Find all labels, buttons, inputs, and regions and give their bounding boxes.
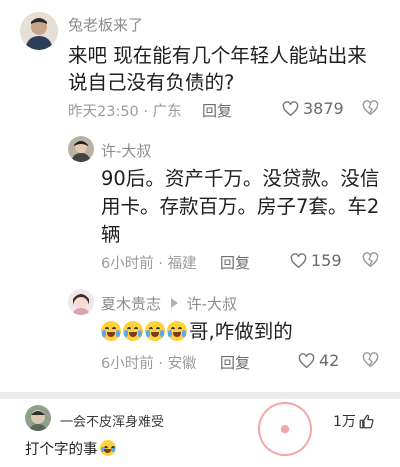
reply-button[interactable]: 回复 (220, 252, 250, 273)
crying-laughing-emoji (99, 440, 116, 456)
broken-heart-icon[interactable] (362, 352, 379, 372)
comment-username[interactable]: 许-大叔 (101, 140, 151, 161)
comment-time: 6小时前 (101, 256, 154, 272)
section-divider (0, 392, 400, 399)
comment-text: 打个字的事 (25, 442, 98, 458)
broken-heart-icon[interactable] (362, 252, 379, 272)
meta-separator: · (158, 356, 163, 372)
comment-location: 福建 (167, 256, 197, 272)
like-button[interactable]: 3879 (282, 99, 344, 118)
heart-outline-icon (298, 352, 315, 368)
heart-outline-icon (282, 100, 299, 116)
avatar[interactable] (20, 12, 58, 50)
avatar[interactable] (68, 289, 94, 315)
like-count: 159 (311, 251, 342, 270)
meta-separator: · (143, 104, 149, 120)
reply-button[interactable]: 回复 (202, 100, 232, 121)
comment-location: 安徽 (167, 356, 197, 372)
avatar[interactable] (68, 136, 94, 162)
reply-button[interactable]: 回复 (220, 352, 250, 373)
watermark-stamp: ● (251, 395, 319, 463)
heart-outline-icon (290, 252, 307, 268)
broken-heart-icon[interactable] (362, 100, 379, 120)
comment-text: 来吧 现在能有几个年轻人能站出来说自己没有负债的? (68, 44, 367, 94)
comment-username[interactable]: 一会不皮浑身难受 (60, 411, 164, 430)
comment-username[interactable]: 夏木贵志 (101, 295, 161, 313)
thumbs-up-icon (359, 414, 374, 428)
comment-text-row: 哥,咋做到的 (101, 318, 293, 345)
comment-text: 哥,咋做到的 (189, 320, 293, 343)
meta-separator: · (158, 256, 163, 272)
like-count: 42 (319, 351, 340, 370)
comment-meta: 6小时前 · 福建 (101, 252, 197, 273)
comment-username-row: 夏木贵志 许-大叔 (101, 293, 237, 314)
comment-meta: 昨天23:50 · 广东 (68, 100, 182, 121)
comment-username[interactable]: 兔老板来了 (68, 14, 143, 35)
like-button[interactable]: 159 (290, 251, 342, 270)
comment-location: 广东 (152, 104, 182, 120)
like-button[interactable]: 42 (298, 351, 339, 370)
comment-text-row: 打个字的事 (25, 440, 118, 460)
comment-time: 昨天23:50 (68, 104, 139, 120)
like-count: 1万 (333, 414, 356, 430)
like-count: 3879 (303, 99, 344, 118)
avatar[interactable] (25, 405, 51, 431)
crying-laughing-emoji (145, 321, 165, 341)
reply-to-username[interactable]: 许-大叔 (187, 295, 237, 313)
crying-laughing-emoji (101, 321, 121, 341)
play-triangle-icon (170, 298, 178, 308)
comment-text: 90后。资产千万。没贷款。没信用卡。存款百万。房子7套。车2辆 (101, 167, 380, 246)
crying-laughing-emoji (167, 321, 187, 341)
crying-laughing-emoji (123, 321, 143, 341)
comment-time: 6小时前 (101, 356, 154, 372)
like-button[interactable]: 1万 (333, 411, 378, 431)
comment-meta: 6小时前 · 安徽 (101, 352, 197, 373)
